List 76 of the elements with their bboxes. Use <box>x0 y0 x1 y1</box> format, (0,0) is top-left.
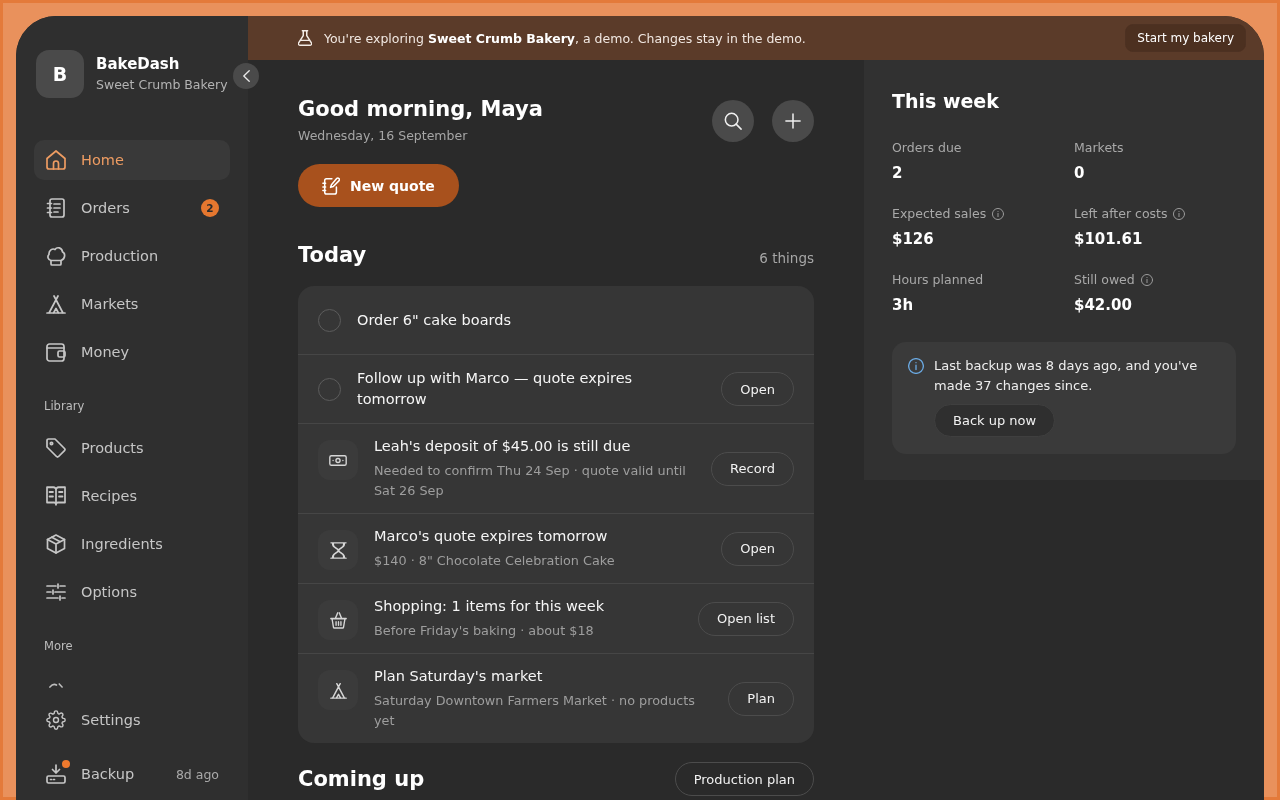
new-quote-button[interactable]: New quote <box>298 164 459 207</box>
task-detail: $140 · 8" Chocolate Celebration Cake <box>374 552 616 570</box>
collapse-button[interactable] <box>233 63 259 89</box>
panel-title: This week <box>892 89 1000 114</box>
nav-item[interactable]: Orders 2 <box>34 188 230 228</box>
task-detail: Needed to confirm Thu 24 Sep · quote valid until Sat 26 Sep <box>374 462 687 500</box>
info-icon <box>908 358 924 374</box>
hourglass-icon <box>318 530 358 570</box>
task-title: Shopping: 1 items for this week <box>374 597 606 616</box>
app-name: BakeDash <box>96 54 181 74</box>
nav-item[interactable]: Markets <box>34 284 230 324</box>
nav-item[interactable]: Home <box>34 140 230 180</box>
task-title: Plan Saturday's market <box>374 667 544 686</box>
chef-hat-icon <box>46 246 66 266</box>
start-bakery-button[interactable]: Start my bakery <box>1125 24 1246 52</box>
task-title: Marco's quote expires tomorrow <box>374 527 609 546</box>
add-button[interactable] <box>772 100 814 142</box>
task-count: 6 things <box>759 250 814 266</box>
plus-icon <box>785 113 801 129</box>
nav-item[interactable]: Backup 8d ago <box>34 754 230 794</box>
tent-icon <box>318 670 358 710</box>
greeting-title: Good morning, Maya <box>298 96 544 123</box>
nav-item[interactable]: Production <box>34 236 230 276</box>
section-heading: Today <box>298 242 367 269</box>
arc-icon <box>49 682 63 688</box>
business-name: Sweet Crumb Bakery <box>96 76 228 94</box>
stat-label: Still owed <box>1074 271 1135 289</box>
flask-icon <box>298 30 312 46</box>
stat-label: Hours planned <box>892 271 984 289</box>
task-title: Order 6" cake boards <box>357 310 512 330</box>
download-tray-icon <box>46 764 66 784</box>
nav-item[interactable]: Options <box>34 572 230 612</box>
stat-value: 2 <box>892 163 904 184</box>
stat-value: $101.61 <box>1074 229 1144 250</box>
task-detail: Before Friday's baking · about $18 <box>374 622 595 640</box>
banner-message: You're exploring Sweet Crumb Bakery, a demo. Changes stay in the demo. <box>324 30 807 46</box>
nav-item[interactable]: Ingredients <box>34 524 230 564</box>
stat-label: Expected sales <box>892 205 987 223</box>
stat-value: $126 <box>892 229 935 250</box>
notebook-icon <box>46 198 66 218</box>
stat-label: Markets <box>1074 139 1124 157</box>
tag-icon <box>46 438 66 458</box>
stat-label: Left after costs <box>1074 205 1168 223</box>
basket-icon <box>318 600 358 640</box>
stat-value: 0 <box>1074 163 1086 184</box>
wallet-icon <box>46 342 66 362</box>
search-icon <box>724 112 742 130</box>
search-button[interactable] <box>712 100 754 142</box>
notice-text: Last backup was 8 days ago, and you've made 37 changes since. <box>934 357 1199 395</box>
notebook-pencil-icon <box>322 176 340 195</box>
sliders-icon <box>46 582 66 602</box>
section-heading: Coming up <box>298 766 425 792</box>
chevron-left-icon <box>242 70 250 82</box>
app-logo: B <box>36 50 84 98</box>
task-title: Leah's deposit of $45.00 is still due <box>374 437 632 456</box>
stat-value: $42.00 <box>1074 295 1133 316</box>
settings-icon <box>46 710 66 730</box>
section-label: More <box>44 638 74 654</box>
nav-item[interactable]: Products <box>34 428 230 468</box>
stat-label: Orders due <box>892 139 962 157</box>
date-label: Wednesday, 16 September <box>298 127 469 145</box>
task-title: Follow up with Marco — quote expires tomorrow <box>357 369 634 409</box>
nav-item[interactable]: Settings <box>34 700 230 740</box>
back-up-button[interactable]: Back up now <box>934 404 1056 437</box>
nav-item[interactable]: Money <box>34 332 230 372</box>
banknote-icon <box>318 440 358 480</box>
task-detail: Saturday Downtown Farmers Market · no products yet <box>374 692 696 730</box>
stat-value: 3h <box>892 295 915 316</box>
count-badge: 2 <box>201 199 219 217</box>
time-ago-label: 8d ago <box>175 766 219 782</box>
tent-icon <box>46 294 66 314</box>
section-label: Library <box>44 398 86 414</box>
home-icon <box>46 150 66 170</box>
box-icon <box>46 534 66 554</box>
book-icon <box>46 486 66 506</box>
nav-item[interactable]: Recipes <box>34 476 230 516</box>
